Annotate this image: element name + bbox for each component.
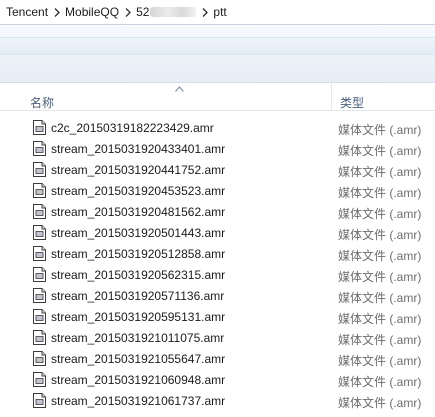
column-header-name[interactable]: 名称 xyxy=(22,83,332,111)
media-file-icon xyxy=(33,267,46,282)
breadcrumb-label: Tencent xyxy=(6,5,49,19)
chevron-right-icon[interactable] xyxy=(119,4,136,20)
file-row[interactable]: stream_2015031920562315.amr 媒体文件 (.amr) xyxy=(0,264,435,285)
column-header-type-label: 类型 xyxy=(340,96,365,110)
media-file-icon xyxy=(33,288,46,303)
media-file-icon xyxy=(33,204,46,219)
file-row[interactable]: stream_2015031920441752.amr 媒体文件 (.amr) xyxy=(0,159,435,180)
file-type: 媒体文件 (.amr) xyxy=(338,249,422,263)
file-type: 媒体文件 (.amr) xyxy=(338,396,422,410)
file-name: stream_2015031920441752.amr xyxy=(51,163,226,177)
file-row[interactable]: stream_2015031921011075.amr 媒体文件 (.amr) xyxy=(0,327,435,348)
breadcrumb-item-tencent[interactable]: Tencent xyxy=(6,4,65,20)
file-type: 媒体文件 (.amr) xyxy=(338,144,422,158)
media-file-icon xyxy=(33,162,46,177)
file-name: stream_2015031920453523.amr xyxy=(51,184,226,198)
column-header-name-label: 名称 xyxy=(30,96,55,110)
breadcrumb: Tencent MobileQQ 52 ptt xyxy=(0,0,435,25)
breadcrumb-label: 52 xyxy=(136,5,150,19)
media-file-icon xyxy=(33,393,46,408)
redacted-text xyxy=(150,7,197,17)
breadcrumb-item-account[interactable]: 52 xyxy=(136,4,213,20)
breadcrumb-label: ptt xyxy=(213,5,227,19)
file-row[interactable]: stream_2015031920595131.amr 媒体文件 (.amr) xyxy=(0,306,435,327)
file-name: c2c_20150319182223429.amr xyxy=(51,121,214,135)
file-row[interactable]: stream_2015031920481562.amr 媒体文件 (.amr) xyxy=(0,201,435,222)
chevron-right-icon[interactable] xyxy=(196,4,213,20)
file-type: 媒体文件 (.amr) xyxy=(338,165,422,179)
file-type: 媒体文件 (.amr) xyxy=(338,354,422,368)
column-header-type[interactable]: 类型 xyxy=(332,83,435,111)
file-type: 媒体文件 (.amr) xyxy=(338,228,422,242)
media-file-icon xyxy=(33,351,46,366)
file-name: stream_2015031920571136.amr xyxy=(51,289,225,303)
media-file-icon xyxy=(33,225,46,240)
file-type: 媒体文件 (.amr) xyxy=(338,333,422,347)
command-bar xyxy=(0,25,435,83)
file-name: stream_2015031920501443.amr xyxy=(51,226,226,240)
file-type: 媒体文件 (.amr) xyxy=(338,186,422,200)
file-row[interactable]: c2c_20150319182223429.amr 媒体文件 (.amr) xyxy=(0,117,435,138)
file-list: c2c_20150319182223429.amr 媒体文件 (.amr) stre… xyxy=(0,117,435,417)
file-name: stream_2015031920512858.amr xyxy=(51,247,226,261)
chevron-right-icon[interactable] xyxy=(48,4,65,20)
sort-ascending-icon xyxy=(175,86,184,92)
file-type: 媒体文件 (.amr) xyxy=(338,123,422,137)
file-row[interactable]: stream_2015031920453523.amr 媒体文件 (.amr) xyxy=(0,180,435,201)
file-row[interactable]: stream_2015031920571136.amr 媒体文件 (.amr) xyxy=(0,285,435,306)
file-row[interactable]: stream_2015031920512858.amr 媒体文件 (.amr) xyxy=(0,243,435,264)
file-type: 媒体文件 (.amr) xyxy=(338,312,422,326)
media-file-icon xyxy=(33,372,46,387)
file-row[interactable]: stream_2015031921060948.amr 媒体文件 (.amr) xyxy=(0,369,435,390)
file-type: 媒体文件 (.amr) xyxy=(338,375,422,389)
file-name: stream_2015031920481562.amr xyxy=(51,205,226,219)
file-name: stream_2015031920562315.amr xyxy=(51,268,226,282)
file-row[interactable]: stream_2015031920501443.amr 媒体文件 (.amr) xyxy=(0,222,435,243)
media-file-icon xyxy=(33,330,46,345)
media-file-icon xyxy=(33,246,46,261)
media-file-icon xyxy=(33,183,46,198)
file-name: stream_2015031920433401.amr xyxy=(51,142,226,156)
media-file-icon xyxy=(33,141,46,156)
file-name: stream_2015031920595131.amr xyxy=(51,310,226,324)
file-type: 媒体文件 (.amr) xyxy=(338,207,422,221)
media-file-icon xyxy=(33,120,46,135)
column-header-row: 名称 类型 xyxy=(0,83,435,111)
file-row[interactable]: stream_2015031921061737.amr 媒体文件 (.amr) xyxy=(0,390,435,411)
toolbar-band xyxy=(0,37,435,55)
media-file-icon xyxy=(33,309,46,324)
file-row[interactable]: stream_2015031920433401.amr 媒体文件 (.amr) xyxy=(0,138,435,159)
breadcrumb-item-ptt[interactable]: ptt xyxy=(213,5,226,19)
file-type: 媒体文件 (.amr) xyxy=(338,291,422,305)
file-name: stream_2015031921011075.amr xyxy=(51,331,225,345)
file-type: 媒体文件 (.amr) xyxy=(338,270,422,284)
file-name: stream_2015031921055647.amr xyxy=(51,352,226,366)
file-name: stream_2015031921061737.amr xyxy=(51,394,226,408)
breadcrumb-item-mobileqq[interactable]: MobileQQ xyxy=(65,4,136,20)
breadcrumb-label: MobileQQ xyxy=(65,5,120,19)
file-name: stream_2015031921060948.amr xyxy=(51,373,226,387)
file-row[interactable]: stream_2015031921055647.amr 媒体文件 (.amr) xyxy=(0,348,435,369)
